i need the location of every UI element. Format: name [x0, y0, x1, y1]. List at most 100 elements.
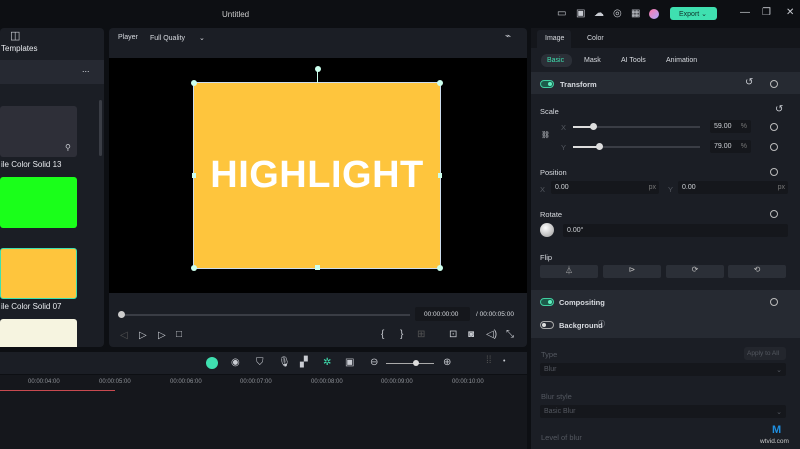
- subtab-ai-tools[interactable]: AI Tools: [621, 57, 646, 64]
- tab-color[interactable]: Color: [587, 35, 604, 42]
- zoom-slider[interactable]: [386, 363, 434, 364]
- subtab-animation[interactable]: Animation: [666, 57, 697, 64]
- blur-style-value: Basic Blur: [544, 408, 576, 415]
- save-icon[interactable]: ▣: [576, 9, 585, 19]
- fullscreen-icon[interactable]: ⤡: [506, 330, 514, 340]
- scale-y-knob[interactable]: [596, 143, 603, 150]
- play-icon[interactable]: ▷: [158, 331, 166, 341]
- waveform-icon[interactable]: ⌁: [505, 32, 511, 42]
- playhead-knob[interactable]: [118, 311, 125, 318]
- grid-icon[interactable]: ⁞⁞: [486, 356, 492, 366]
- scale-x-label: X: [561, 123, 567, 132]
- clip-frame[interactable]: HIGHLIGHT: [193, 82, 441, 269]
- position-label: Position: [540, 168, 567, 177]
- mic-icon[interactable]: 🎙: [278, 358, 291, 368]
- rotate-ccw-button[interactable]: ⟲: [728, 265, 786, 278]
- keyframe-icon[interactable]: [770, 143, 778, 151]
- quality-select[interactable]: Full Quality ⌄: [150, 34, 205, 42]
- reset-icon[interactable]: ↺: [775, 105, 783, 115]
- rotate-input[interactable]: 0.00°: [563, 224, 788, 237]
- snapshot-icon[interactable]: ◙: [468, 330, 474, 340]
- template-item-selected[interactable]: [0, 248, 77, 299]
- compositing-toggle[interactable]: [540, 298, 554, 306]
- position-x-input[interactable]: 0.00 px: [551, 181, 659, 194]
- more-icon[interactable]: •: [503, 358, 505, 365]
- prev-frame-icon[interactable]: ◁: [120, 331, 128, 341]
- template-item[interactable]: ⚲: [0, 106, 77, 157]
- step-play-icon[interactable]: ▷: [139, 331, 147, 341]
- keyframe-icon[interactable]: [770, 168, 778, 176]
- ai-icon[interactable]: [206, 357, 218, 369]
- flip-vertical-button[interactable]: ⏃: [540, 265, 598, 278]
- templates-tab[interactable]: Templates: [1, 44, 37, 54]
- link-icon[interactable]: ⛓: [541, 132, 550, 139]
- rotate-dial[interactable]: [540, 223, 554, 237]
- scale-x-knob[interactable]: [590, 123, 597, 130]
- marker-icon[interactable]: ⛉: [256, 358, 264, 368]
- tab-image[interactable]: Image: [537, 30, 571, 48]
- scrollbar[interactable]: [99, 100, 102, 156]
- zoom-out-icon[interactable]: ⊖: [370, 358, 378, 368]
- display-icon[interactable]: ⊡: [449, 330, 457, 340]
- replace-icon[interactable]: ▣: [345, 358, 354, 368]
- keyframe-icon[interactable]: [770, 298, 778, 306]
- subtab-mask[interactable]: Mask: [584, 57, 601, 64]
- resize-handle[interactable]: [192, 173, 196, 178]
- blur-style-select[interactable]: Basic Blur ⌄: [540, 405, 786, 418]
- resize-handle[interactable]: [191, 265, 197, 271]
- resize-handle[interactable]: [438, 173, 442, 178]
- restore-icon[interactable]: ❐: [762, 8, 771, 18]
- split-icon[interactable]: ⊞: [417, 330, 425, 340]
- stop-icon[interactable]: □: [176, 330, 182, 340]
- template-item[interactable]: [0, 319, 77, 347]
- zoom-knob[interactable]: [413, 360, 419, 366]
- keyframe-icon[interactable]: [770, 210, 778, 218]
- record-icon[interactable]: ◉: [231, 358, 240, 368]
- minimize-icon[interactable]: —: [740, 8, 750, 18]
- zoom-in-icon[interactable]: ⊕: [443, 358, 451, 368]
- snap-icon[interactable]: ✲: [323, 358, 331, 368]
- background-toggle[interactable]: [540, 321, 554, 329]
- apply-all-button[interactable]: Apply to All: [744, 347, 786, 360]
- rotate-cw-button[interactable]: ⟳: [666, 265, 724, 278]
- resize-handle[interactable]: [315, 265, 320, 270]
- highlight-text: HIGHLIGHT: [210, 154, 424, 196]
- templates-icon[interactable]: ◫: [10, 31, 20, 42]
- export-button[interactable]: Export ⌄: [670, 7, 717, 20]
- subtab-basic[interactable]: Basic: [541, 54, 572, 67]
- keyframe-icon[interactable]: [770, 123, 778, 131]
- compositing-label: Compositing: [559, 298, 605, 307]
- rotate-handle[interactable]: [315, 66, 321, 72]
- reset-icon[interactable]: ↺: [745, 78, 753, 88]
- more-button[interactable]: ...: [82, 64, 90, 74]
- avatar[interactable]: [649, 9, 659, 19]
- type-select[interactable]: Blur ⌄: [540, 363, 786, 376]
- layout-icon[interactable]: ▭: [557, 9, 566, 19]
- volume-icon[interactable]: ◁): [486, 330, 497, 340]
- mark-in-icon[interactable]: {: [381, 330, 384, 340]
- transform-toggle[interactable]: [540, 80, 554, 88]
- sticker-icon[interactable]: ▞: [300, 358, 308, 368]
- flip-horizontal-button[interactable]: ⊳: [603, 265, 661, 278]
- position-y-input[interactable]: 0.00 px: [678, 181, 788, 194]
- resize-handle[interactable]: [191, 80, 197, 86]
- mark-out-icon[interactable]: }: [400, 330, 403, 340]
- tick-label: 00:00:06:00: [170, 379, 202, 385]
- current-time[interactable]: 00:00:00:00: [415, 307, 470, 321]
- scale-y-slider[interactable]: [573, 146, 700, 148]
- scale-y-input[interactable]: 79.00%: [710, 140, 751, 153]
- qr-icon[interactable]: ▦: [631, 9, 640, 19]
- rotate-label: Rotate: [540, 210, 563, 219]
- resize-handle[interactable]: [437, 265, 443, 271]
- keyframe-icon[interactable]: [770, 80, 778, 88]
- help-icon[interactable]: ⓘ: [598, 321, 605, 328]
- close-icon[interactable]: ✕: [786, 8, 794, 18]
- pos-x-value: 0.00: [555, 184, 569, 191]
- cloud-upload-icon[interactable]: ☁: [594, 9, 604, 19]
- scale-x-input[interactable]: 59.00%: [710, 120, 751, 133]
- progress-bar[interactable]: [120, 314, 410, 316]
- resize-handle[interactable]: [437, 80, 443, 86]
- timeline-ruler[interactable]: 00:00:04:00 00:00:05:00 00:00:06:00 00:0…: [0, 375, 527, 449]
- template-item[interactable]: [0, 177, 77, 228]
- headset-icon[interactable]: ◎: [613, 9, 622, 19]
